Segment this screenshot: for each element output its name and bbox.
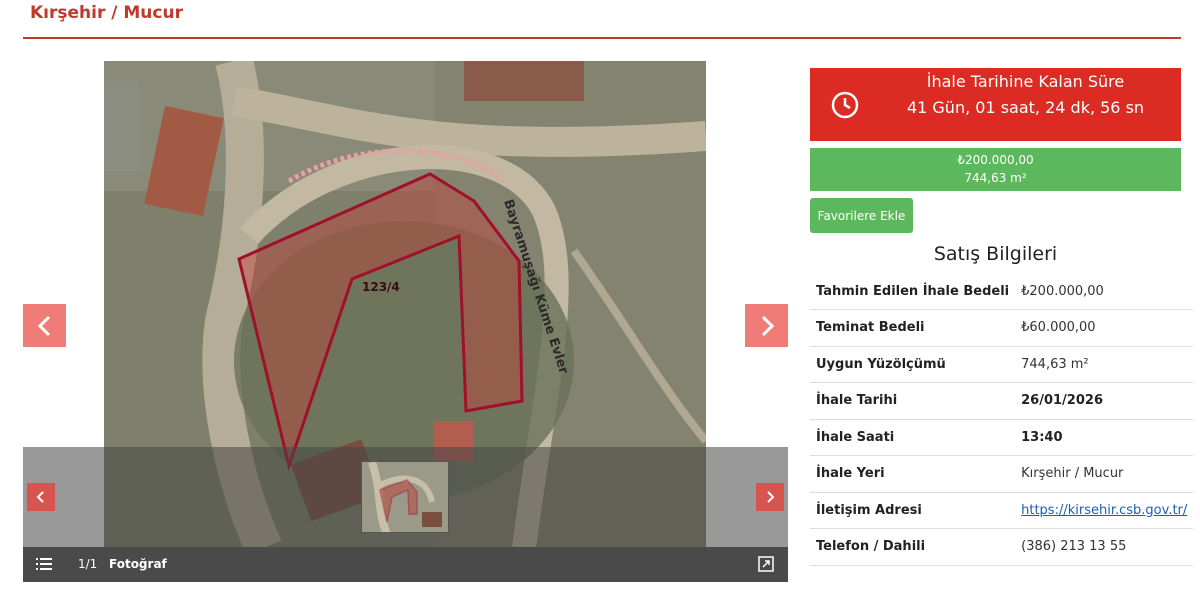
list-icon[interactable] (36, 557, 52, 571)
row-value: ₺200.000,00 (1015, 273, 1194, 310)
previous-photo-button[interactable] (23, 304, 66, 347)
price-amount: ₺200.000,00 (957, 153, 1034, 167)
table-row: Teminat Bedeli ₺60.000,00 (810, 309, 1194, 347)
row-value: Kırşehir / Mucur (1015, 455, 1194, 493)
row-label: Tahmin Edilen İhale Bedeli (810, 273, 1016, 310)
parcel-number-label: 123/4 (362, 280, 400, 294)
price-area: 744,63 m² (964, 171, 1027, 185)
chevron-right-icon (761, 315, 774, 336)
row-value: 26/01/2026 (1015, 382, 1194, 420)
thumbnail-next-button[interactable] (756, 483, 784, 511)
row-value: 13:40 (1015, 419, 1194, 456)
photo-type-label: Fotoğraf (109, 557, 167, 571)
row-label: İletişim Adresi (810, 492, 1016, 529)
row-label: Uygun Yüzölçümü (810, 346, 1016, 383)
page-title: Kırşehir / Mucur (30, 3, 183, 23)
row-label: İhale Yeri (810, 455, 1016, 493)
chevron-left-icon (37, 315, 50, 336)
row-label: İhale Tarihi (810, 382, 1016, 420)
row-label: Teminat Bedeli (810, 309, 1016, 347)
sales-info-title: Satış Bilgileri (933, 243, 1058, 265)
add-to-favorites-button[interactable]: Favorilere Ekle (810, 198, 913, 233)
row-value: 744,63 m² (1015, 346, 1194, 383)
table-row: Telefon / Dahili (386) 213 13 55 (810, 528, 1194, 566)
countdown-title: İhale Tarihine Kalan Süre (926, 72, 1125, 91)
photo-counter: 1/1 (78, 557, 98, 571)
next-photo-button[interactable] (745, 304, 788, 347)
photo-thumbnail[interactable] (361, 461, 449, 533)
row-label: İhale Saati (810, 419, 1016, 456)
table-row: Tahmin Edilen İhale Bedeli ₺200.000,00 (810, 273, 1194, 310)
table-row: İletişim Adresi https://kirsehir.csb.gov… (810, 492, 1194, 529)
row-value-link: https://kirsehir.csb.gov.tr/ (1015, 492, 1194, 529)
chevron-right-icon (767, 491, 775, 503)
expand-icon[interactable] (758, 556, 774, 572)
table-row: İhale Tarihi 26/01/2026 (810, 382, 1194, 420)
chevron-left-icon (36, 491, 44, 503)
table-row: İhale Yeri Kırşehir / Mucur (810, 455, 1194, 493)
sales-info-table: Tahmin Edilen İhale Bedeli ₺200.000,00 T… (810, 273, 1194, 566)
countdown-value: 41 Gün, 01 saat, 24 dk, 56 sn (906, 98, 1145, 117)
table-row: Uygun Yüzölçümü 744,63 m² (810, 346, 1194, 383)
row-label: Telefon / Dahili (810, 528, 1016, 566)
price-summary: ₺200.000,00 744,63 m² (810, 148, 1181, 191)
photo-gallery: 123/4 Bayramuşağı Küme Evler 1/1 Fotoğra… (23, 60, 788, 582)
contact-address-link[interactable]: https://kirsehir.csb.gov.tr/ (1021, 503, 1187, 518)
thumbnail-strip (23, 447, 788, 547)
title-divider (23, 37, 1181, 39)
table-row: İhale Saati 13:40 (810, 419, 1194, 456)
thumbnail-prev-button[interactable] (27, 483, 55, 511)
clock-icon (831, 91, 859, 119)
row-value: (386) 213 13 55 (1015, 528, 1194, 566)
gallery-toolbar: 1/1 Fotoğraf (23, 547, 788, 582)
auction-countdown: İhale Tarihine Kalan Süre 41 Gün, 01 saa… (810, 68, 1181, 141)
row-value: ₺60.000,00 (1015, 309, 1194, 347)
